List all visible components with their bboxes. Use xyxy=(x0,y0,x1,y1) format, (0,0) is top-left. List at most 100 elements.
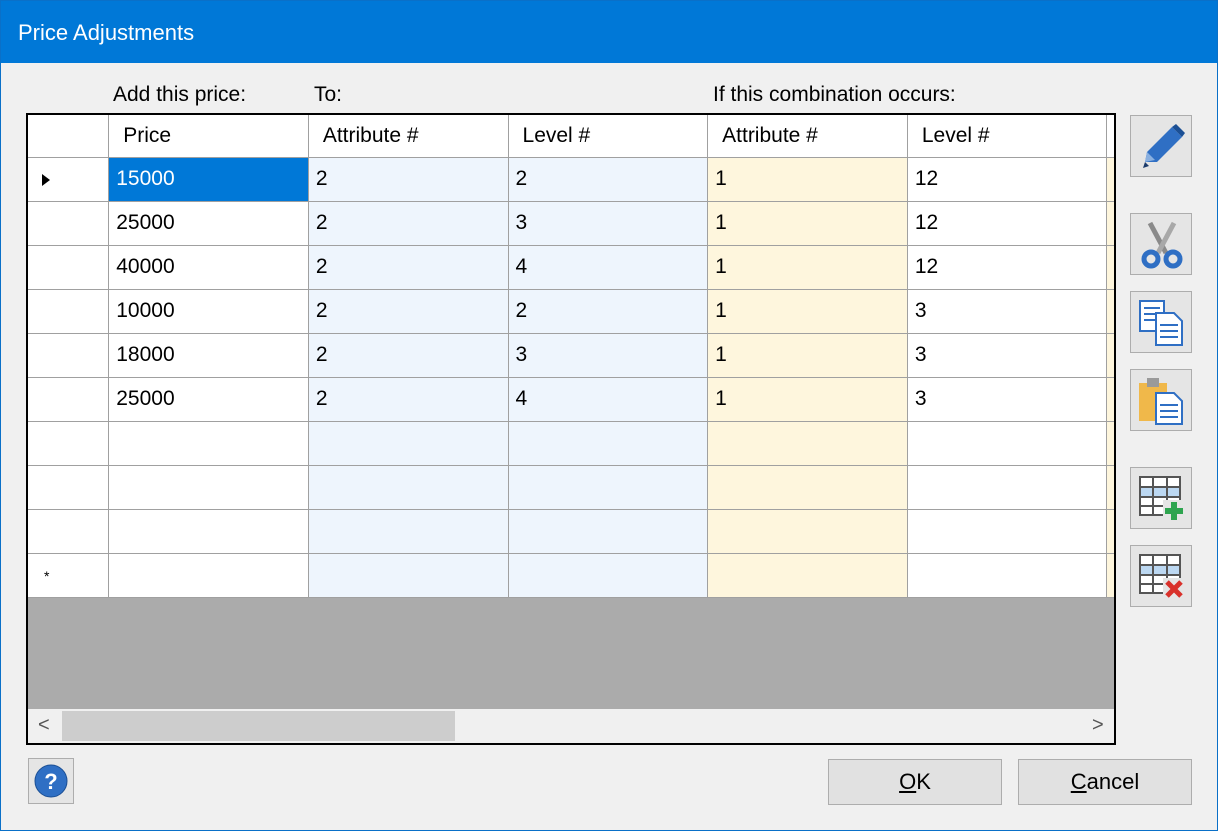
price-cell[interactable] xyxy=(108,509,309,554)
to-attribute-cell[interactable]: 2 xyxy=(308,157,509,202)
if-attribute-cell[interactable]: 1 xyxy=(707,377,908,422)
table-row[interactable]: 25000 2 4 1 3 xyxy=(28,377,1114,422)
column-header-if-level[interactable]: Level # xyxy=(907,115,1108,158)
cancel-button[interactable]: Cancel xyxy=(1018,759,1192,805)
price-cell[interactable] xyxy=(108,465,309,510)
if-attribute-cell[interactable]: 1 xyxy=(707,289,908,334)
to-attribute-cell[interactable] xyxy=(308,509,509,554)
ok-button[interactable]: OK xyxy=(828,759,1002,805)
row-header[interactable] xyxy=(28,421,110,466)
combination-label: If this combination occurs: xyxy=(713,83,956,106)
cancel-label: ancel xyxy=(1086,769,1140,794)
if-attribute-cell[interactable] xyxy=(707,509,908,554)
to-attribute-cell[interactable]: 2 xyxy=(308,289,509,334)
to-level-cell[interactable] xyxy=(508,509,709,554)
to-attribute-cell[interactable] xyxy=(308,465,509,510)
to-level-cell[interactable]: 3 xyxy=(508,333,709,378)
table-row[interactable] xyxy=(28,421,1114,466)
current-row-icon xyxy=(42,173,50,186)
table-row[interactable]: 10000 2 2 1 3 xyxy=(28,289,1114,334)
to-level-cell[interactable] xyxy=(508,553,709,598)
price-cell[interactable]: 25000 xyxy=(108,201,309,246)
to-level-cell[interactable] xyxy=(508,421,709,466)
row-header[interactable] xyxy=(28,201,110,246)
scrollbar-thumb[interactable] xyxy=(62,711,455,741)
if-attribute-cell[interactable]: 1 xyxy=(707,245,908,290)
if-attribute-cell[interactable]: 1 xyxy=(707,157,908,202)
edit-button[interactable] xyxy=(1130,115,1192,177)
row-header[interactable] xyxy=(28,157,110,202)
row-header[interactable]: * xyxy=(28,553,110,598)
to-attribute-cell[interactable]: 2 xyxy=(308,245,509,290)
scroll-right-icon[interactable]: > xyxy=(1092,714,1104,737)
help-button[interactable]: ? xyxy=(28,758,74,804)
row-header[interactable] xyxy=(28,245,110,290)
table-row[interactable]: 18000 2 3 1 3 xyxy=(28,333,1114,378)
row-header[interactable] xyxy=(28,333,110,378)
add-row-button[interactable] xyxy=(1130,467,1192,529)
to-attribute-cell[interactable] xyxy=(308,421,509,466)
if-level-cell[interactable] xyxy=(907,421,1108,466)
paste-button[interactable] xyxy=(1130,369,1192,431)
to-level-cell[interactable]: 4 xyxy=(508,245,709,290)
row-header[interactable] xyxy=(28,465,110,510)
to-level-cell[interactable]: 3 xyxy=(508,201,709,246)
table-row[interactable]: 15000 2 2 1 12 xyxy=(28,157,1114,202)
price-grid[interactable]: Price Attribute # Level # Attribute # Le… xyxy=(26,113,1116,745)
to-attribute-cell[interactable] xyxy=(308,553,509,598)
table-row[interactable] xyxy=(28,509,1114,554)
if-level-cell[interactable] xyxy=(907,509,1108,554)
help-icon: ? xyxy=(34,764,68,798)
price-cell[interactable]: 18000 xyxy=(108,333,309,378)
if-level-cell[interactable]: 12 xyxy=(907,201,1108,246)
copy-button[interactable] xyxy=(1130,291,1192,353)
table-row[interactable] xyxy=(28,465,1114,510)
overflow-cell xyxy=(1106,377,1114,422)
if-level-cell[interactable]: 3 xyxy=(907,333,1108,378)
to-level-cell[interactable]: 4 xyxy=(508,377,709,422)
delete-row-button[interactable] xyxy=(1130,545,1192,607)
help-glyph: ? xyxy=(44,769,57,794)
if-level-cell[interactable]: 3 xyxy=(907,289,1108,334)
to-label: To: xyxy=(314,83,343,106)
to-level-cell[interactable]: 2 xyxy=(508,289,709,334)
if-level-cell[interactable]: 12 xyxy=(907,157,1108,202)
if-level-cell[interactable]: 12 xyxy=(907,245,1108,290)
if-level-cell[interactable] xyxy=(907,465,1108,510)
column-header-price[interactable]: Price xyxy=(108,115,309,158)
price-cell[interactable]: 10000 xyxy=(108,289,309,334)
price-cell[interactable] xyxy=(108,553,309,598)
row-header[interactable] xyxy=(28,509,110,554)
row-header[interactable] xyxy=(28,289,110,334)
column-header-to-level[interactable]: Level # xyxy=(508,115,709,158)
price-cell[interactable] xyxy=(108,421,309,466)
new-row[interactable]: * xyxy=(28,553,1114,598)
if-attribute-cell[interactable] xyxy=(707,553,908,598)
if-attribute-cell[interactable]: 1 xyxy=(707,201,908,246)
horizontal-scrollbar[interactable]: < > xyxy=(28,709,1114,743)
to-level-cell[interactable] xyxy=(508,465,709,510)
row-header-corner xyxy=(28,115,110,158)
table-row[interactable]: 25000 2 3 1 12 xyxy=(28,201,1114,246)
if-attribute-cell[interactable] xyxy=(707,421,908,466)
to-attribute-cell[interactable]: 2 xyxy=(308,333,509,378)
ok-label: K xyxy=(916,769,931,794)
cancel-mnemonic: C xyxy=(1070,769,1087,794)
price-cell[interactable]: 15000 xyxy=(108,157,309,202)
column-header-to-attribute[interactable]: Attribute # xyxy=(308,115,509,158)
price-cell[interactable]: 40000 xyxy=(108,245,309,290)
cut-button[interactable] xyxy=(1130,213,1192,275)
if-attribute-cell[interactable]: 1 xyxy=(707,333,908,378)
table-row[interactable]: 40000 2 4 1 12 xyxy=(28,245,1114,290)
to-attribute-cell[interactable]: 2 xyxy=(308,201,509,246)
scroll-left-icon[interactable]: < xyxy=(38,714,50,737)
price-cell[interactable]: 25000 xyxy=(108,377,309,422)
overflow-cell xyxy=(1106,201,1114,246)
if-attribute-cell[interactable] xyxy=(707,465,908,510)
if-level-cell[interactable]: 3 xyxy=(907,377,1108,422)
to-level-cell[interactable]: 2 xyxy=(508,157,709,202)
column-header-if-attribute[interactable]: Attribute # xyxy=(707,115,908,158)
to-attribute-cell[interactable]: 2 xyxy=(308,377,509,422)
row-header[interactable] xyxy=(28,377,110,422)
if-level-cell[interactable] xyxy=(907,553,1108,598)
